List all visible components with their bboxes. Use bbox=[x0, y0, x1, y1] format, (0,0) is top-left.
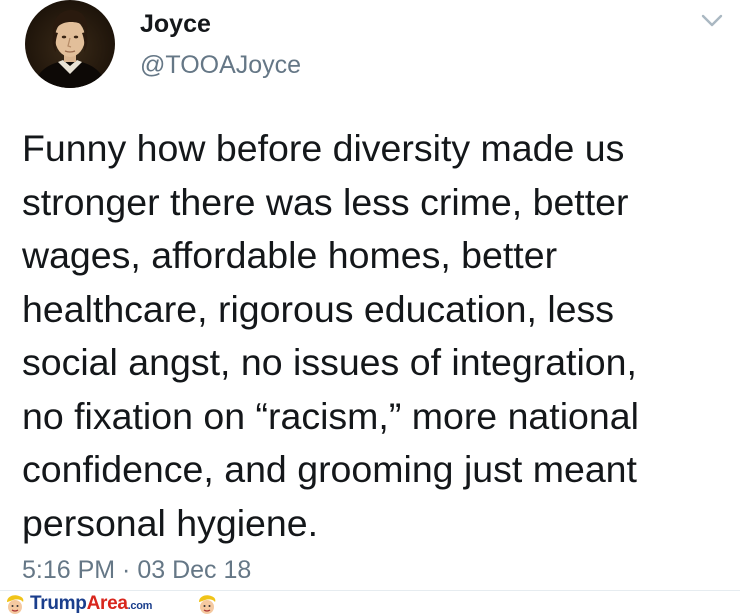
author-name[interactable]: Joyce bbox=[140, 10, 211, 39]
brand-part1: Trump bbox=[30, 593, 87, 614]
divider bbox=[0, 590, 740, 591]
tweet-text: Funny how before diversity made us stron… bbox=[22, 127, 639, 544]
chevron-down-icon[interactable] bbox=[700, 11, 724, 31]
brand-suffix: .com bbox=[127, 600, 153, 612]
brand-part2: Area bbox=[86, 593, 128, 614]
author-handle[interactable]: @TOOAJoyce bbox=[140, 51, 301, 80]
trump-face-icon bbox=[199, 595, 216, 614]
trump-face-icon bbox=[7, 595, 24, 614]
watermark-logo: TrumpArea.com bbox=[30, 593, 152, 615]
avatar[interactable] bbox=[25, 0, 115, 88]
portrait-icon bbox=[33, 10, 107, 88]
tweet-card: Joyce @TOOAJoyce Funny how before divers… bbox=[0, 0, 740, 616]
tweet-timestamp[interactable]: 5:16 PM · 03 Dec 18 bbox=[22, 556, 251, 585]
watermark-bar: TrumpArea.com bbox=[0, 592, 740, 616]
